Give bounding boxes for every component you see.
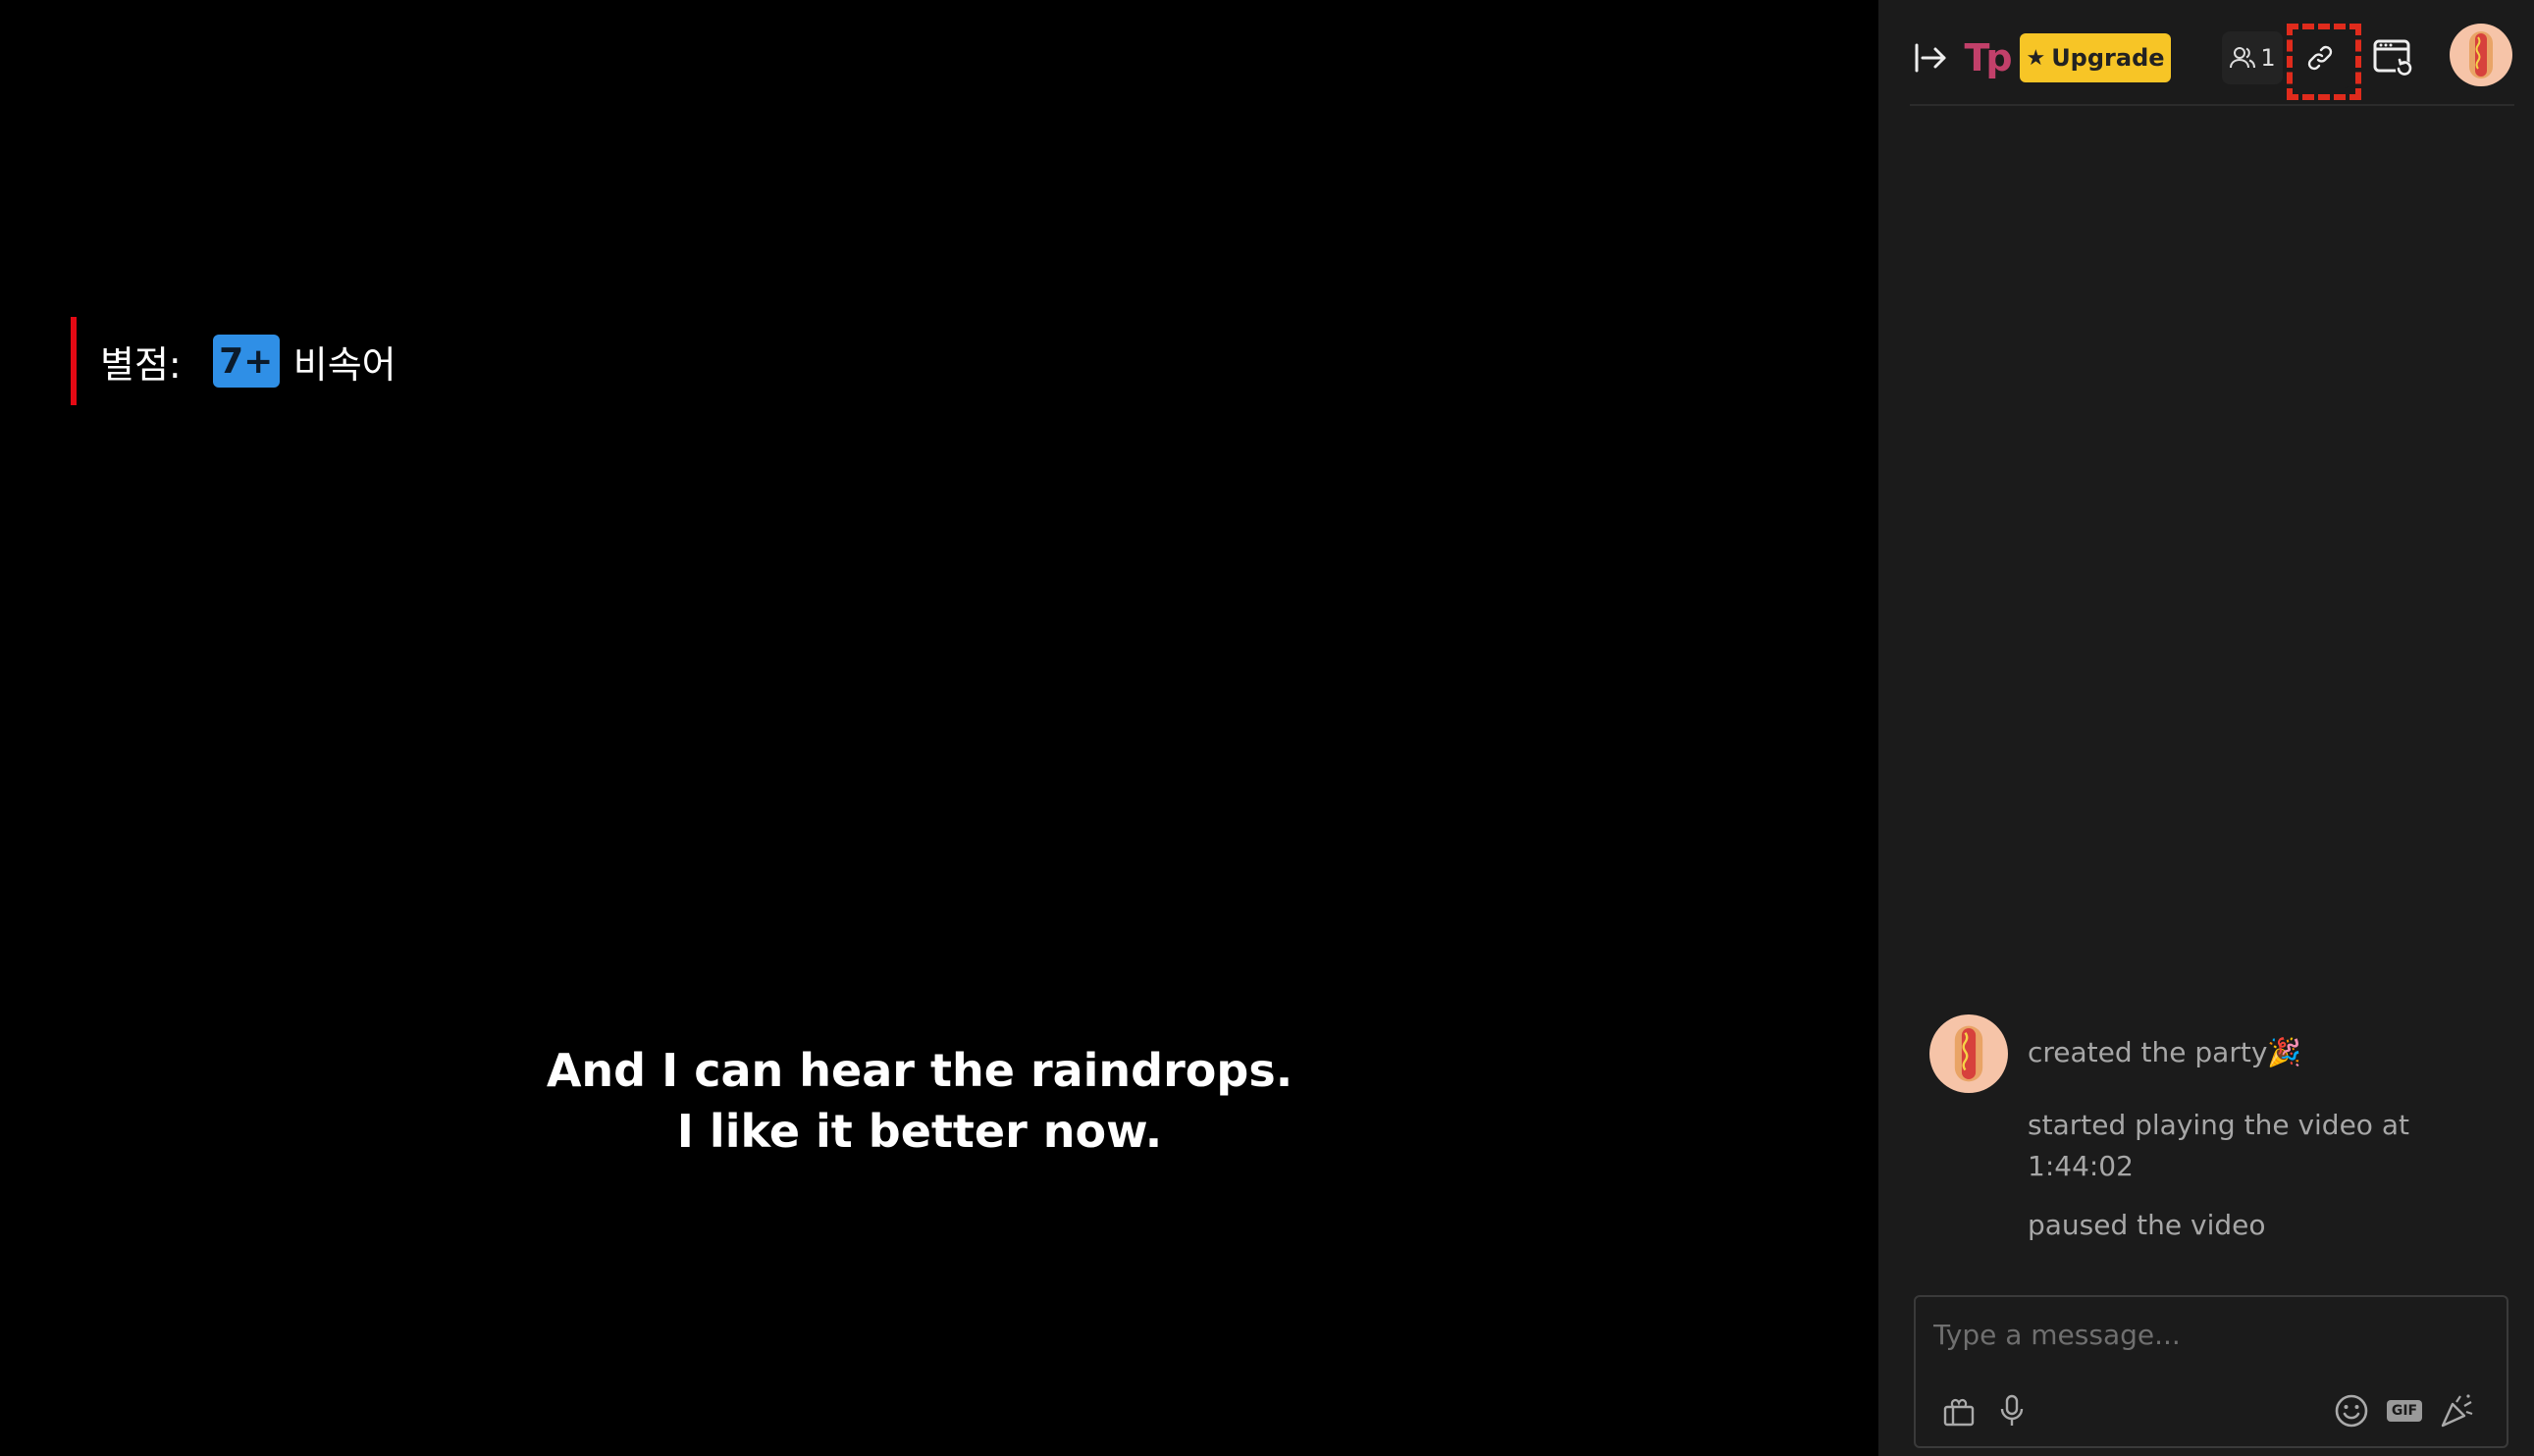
users-icon <box>2230 47 2256 69</box>
highlight-box <box>2287 24 2361 100</box>
viewers-button[interactable]: 1 <box>2222 31 2283 84</box>
message-input[interactable] <box>1931 1311 2485 1358</box>
feed-message: started playing the video at 1:44:02 <box>2028 1109 2409 1182</box>
collapse-sidebar-button[interactable] <box>1904 33 1957 82</box>
upgrade-button[interactable]: ★ Upgrade <box>2020 33 2171 82</box>
user-avatar <box>1929 1014 2008 1093</box>
microphone-icon <box>2000 1394 2024 1426</box>
rating-bar <box>71 317 77 405</box>
header-divider <box>1910 104 2514 106</box>
feed-message: created the party🎉 <box>2028 1036 2302 1068</box>
window-sync-button[interactable] <box>2367 31 2420 84</box>
microphone-button[interactable] <box>1988 1387 2035 1434</box>
gift-button[interactable] <box>1935 1387 1982 1434</box>
subtitles: And I can hear the raindrops. I like it … <box>0 1040 1839 1162</box>
sidebar-header: Tp ★ Upgrade 1 <box>1878 0 2534 106</box>
collapse-icon <box>1915 43 1946 73</box>
feed-message: paused the video <box>2028 1209 2266 1241</box>
celebrate-button[interactable] <box>2434 1387 2481 1434</box>
star-icon: ★ <box>2026 45 2046 71</box>
hotdog-avatar <box>1954 1025 1983 1082</box>
gif-icon: GIF <box>2386 1400 2423 1422</box>
copy-link-button[interactable] <box>2287 24 2361 100</box>
rating-badge: 7+ <box>212 335 280 388</box>
party-sidebar: Tp ★ Upgrade 1 created the party🎉 starte… <box>1878 0 2534 1456</box>
rating-label: 별점: <box>100 342 182 387</box>
window-sync-icon <box>2373 39 2413 78</box>
gif-button[interactable]: GIF <box>2381 1387 2428 1434</box>
subtitle-line: I like it better now. <box>676 1105 1163 1158</box>
viewer-count: 1 <box>2260 44 2276 72</box>
upgrade-label: Upgrade <box>2051 44 2165 72</box>
message-composer: GIF <box>1914 1295 2508 1448</box>
logo-text: Tp <box>1964 36 2012 79</box>
gift-icon <box>1943 1398 1975 1427</box>
hotdog-avatar <box>2469 31 2493 78</box>
video-player[interactable]: 별점: 7+ 비속어 And I can hear the raindrops.… <box>0 0 1878 1456</box>
rating-description: 비속어 <box>292 342 396 387</box>
maturity-rating: 별점: 7+ 비속어 <box>71 317 396 405</box>
emoji-icon <box>2335 1394 2368 1428</box>
party-popper-icon <box>2441 1394 2473 1428</box>
user-avatar[interactable] <box>2450 24 2512 86</box>
subtitle-line: And I can hear the raindrops. <box>546 1044 1293 1097</box>
teleparty-logo[interactable]: Tp <box>1959 33 2014 82</box>
emoji-button[interactable] <box>2328 1387 2375 1434</box>
